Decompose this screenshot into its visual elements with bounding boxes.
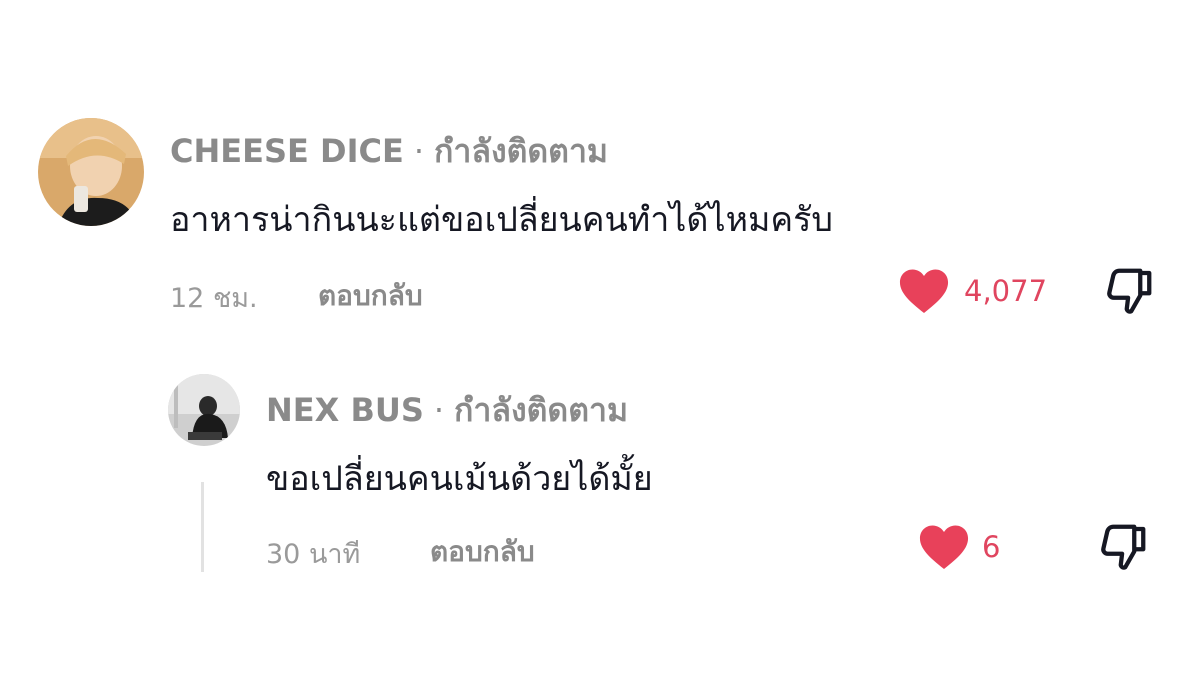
thumbs-down-icon[interactable]: [1096, 520, 1150, 574]
timestamp: 30 นาที: [266, 539, 361, 570]
heart-icon[interactable]: [898, 268, 950, 314]
timestamp: 12 ชม.: [170, 283, 258, 314]
like-count: 6: [982, 530, 1001, 564]
follow-status: กำลังติดตาม: [434, 132, 608, 170]
reply-button[interactable]: ตอบกลับ: [318, 274, 423, 318]
avatar[interactable]: [168, 374, 240, 446]
username[interactable]: CHEESE DICE: [170, 132, 404, 170]
separator-dot: ·: [433, 391, 445, 429]
comment-header: CHEESE DICE · กำลังติดตาม: [170, 126, 608, 177]
heart-icon[interactable]: [918, 524, 970, 570]
reply-button[interactable]: ตอบกลับ: [430, 530, 535, 574]
comment-text: ขอเปลี่ยนคนเม้นด้วยได้มั้ย: [266, 459, 653, 499]
thumbs-down-icon[interactable]: [1102, 264, 1156, 318]
username[interactable]: NEX BUS: [266, 391, 424, 429]
avatar[interactable]: [38, 118, 144, 226]
comment-text: อาหารน่ากินนะแต่ขอเปลี่ยนคนทำได้ไหมครับ: [170, 200, 833, 240]
separator-dot: ·: [413, 132, 425, 170]
thread-line: [201, 482, 204, 572]
like-count: 4,077: [964, 274, 1048, 308]
follow-status: กำลังติดตาม: [454, 391, 629, 429]
comment-header: NEX BUS · กำลังติดตาม: [266, 385, 628, 436]
